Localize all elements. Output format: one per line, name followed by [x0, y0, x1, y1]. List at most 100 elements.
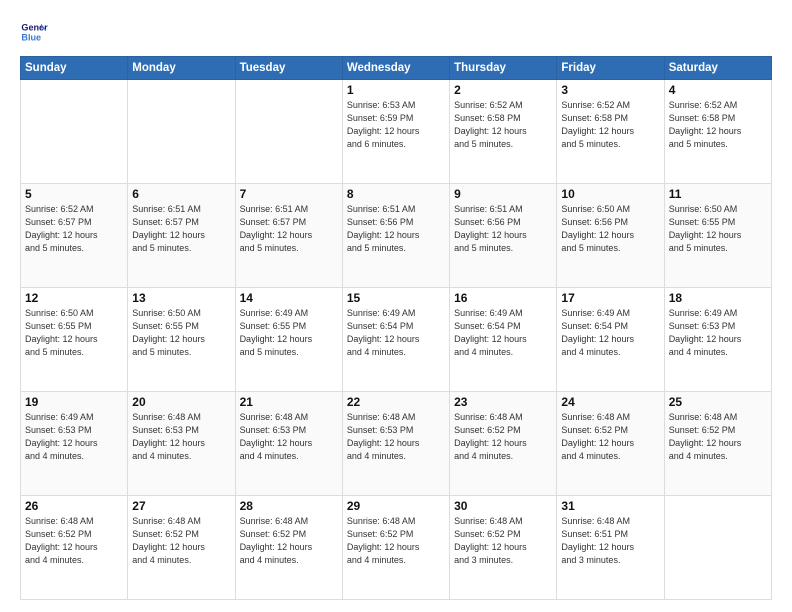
day-number: 8 — [347, 187, 445, 201]
day-number: 23 — [454, 395, 552, 409]
calendar-cell: 28Sunrise: 6:48 AM Sunset: 6:52 PM Dayli… — [235, 496, 342, 600]
day-info: Sunrise: 6:48 AM Sunset: 6:52 PM Dayligh… — [240, 515, 338, 567]
day-info: Sunrise: 6:51 AM Sunset: 6:57 PM Dayligh… — [132, 203, 230, 255]
calendar-cell: 16Sunrise: 6:49 AM Sunset: 6:54 PM Dayli… — [450, 288, 557, 392]
weekday-header-saturday: Saturday — [664, 57, 771, 80]
day-info: Sunrise: 6:49 AM Sunset: 6:53 PM Dayligh… — [669, 307, 767, 359]
day-info: Sunrise: 6:51 AM Sunset: 6:56 PM Dayligh… — [347, 203, 445, 255]
calendar-cell: 21 Sunrise: 6:48 AM Sunset: 6:53 PM Dayli… — [235, 392, 342, 496]
day-number: 1 — [347, 83, 445, 97]
weekday-header-thursday: Thursday — [450, 57, 557, 80]
calendar-cell: 31 Sunrise: 6:48 AM Sunset: 6:51 PM Dayli… — [557, 496, 664, 600]
weekday-header-row: SundayMondayTuesdayWednesdayThursdayFrid… — [21, 57, 772, 80]
day-info: Sunrise: 6:48 AM Sunset: 6:52 PM Dayligh… — [347, 515, 445, 567]
day-number: 21 — [240, 395, 338, 409]
weekday-header-sunday: Sunday — [21, 57, 128, 80]
day-info: Sunrise: 6:48 AM Sunset: 6:52 PM Dayligh… — [669, 411, 767, 463]
calendar-cell: 1 Sunrise: 6:53 AM Sunset: 6:59 PM Daylig… — [342, 80, 449, 184]
day-info: Sunrise: 6:48 AM Sunset: 6:52 PM Dayligh… — [132, 515, 230, 567]
day-number: 26 — [25, 499, 123, 513]
calendar-cell — [235, 80, 342, 184]
day-number: 6 — [132, 187, 230, 201]
calendar-cell — [664, 496, 771, 600]
day-number: 3 — [561, 83, 659, 97]
calendar-cell: 4 Sunrise: 6:52 AM Sunset: 6:58 PM Daylig… — [664, 80, 771, 184]
calendar-cell: 14 Sunrise: 6:49 AM Sunset: 6:55 PM Dayli… — [235, 288, 342, 392]
calendar-cell: 10 Sunrise: 6:50 AM Sunset: 6:56 PM Dayli… — [557, 184, 664, 288]
day-info: Sunrise: 6:49 AM Sunset: 6:53 PM Dayligh… — [25, 411, 123, 463]
day-info: Sunrise: 6:49 AM Sunset: 6:55 PM Dayligh… — [240, 307, 338, 359]
calendar-cell: 25 Sunrise: 6:48 AM Sunset: 6:52 PM Dayli… — [664, 392, 771, 496]
day-info: Sunrise: 6:51 AM Sunset: 6:57 PM Dayligh… — [240, 203, 338, 255]
day-info: Sunrise: 6:50 AM Sunset: 6:55 PM Dayligh… — [25, 307, 123, 359]
day-info: Sunrise: 6:49 AM Sunset: 6:54 PM Dayligh… — [347, 307, 445, 359]
calendar-cell: 12 Sunrise: 6:50 AM Sunset: 6:55 PM Dayli… — [21, 288, 128, 392]
day-info: Sunrise: 6:48 AM Sunset: 6:52 PM Dayligh… — [561, 411, 659, 463]
day-info: Sunrise: 6:49 AM Sunset: 6:54 PM Dayligh… — [561, 307, 659, 359]
day-number: 29 — [347, 499, 445, 513]
header: General Blue — [20, 18, 772, 46]
day-number: 7 — [240, 187, 338, 201]
calendar-cell: 8 Sunrise: 6:51 AM Sunset: 6:56 PM Daylig… — [342, 184, 449, 288]
day-number: 9 — [454, 187, 552, 201]
calendar-cell: 6 Sunrise: 6:51 AM Sunset: 6:57 PM Daylig… — [128, 184, 235, 288]
calendar-cell: 30Sunrise: 6:48 AM Sunset: 6:52 PM Dayli… — [450, 496, 557, 600]
day-number: 24 — [561, 395, 659, 409]
weekday-header-wednesday: Wednesday — [342, 57, 449, 80]
calendar-cell: 27 Sunrise: 6:48 AM Sunset: 6:52 PM Dayli… — [128, 496, 235, 600]
week-row-4: 26 Sunrise: 6:48 AM Sunset: 6:52 PM Dayli… — [21, 496, 772, 600]
day-info: Sunrise: 6:48 AM Sunset: 6:53 PM Dayligh… — [347, 411, 445, 463]
day-number: 5 — [25, 187, 123, 201]
calendar-cell: 3 Sunrise: 6:52 AM Sunset: 6:58 PM Daylig… — [557, 80, 664, 184]
calendar-table: SundayMondayTuesdayWednesdayThursdayFrid… — [20, 56, 772, 600]
day-number: 25 — [669, 395, 767, 409]
calendar-cell: 22 Sunrise: 6:48 AM Sunset: 6:53 PM Dayli… — [342, 392, 449, 496]
day-info: Sunrise: 6:50 AM Sunset: 6:55 PM Dayligh… — [132, 307, 230, 359]
day-number: 2 — [454, 83, 552, 97]
day-number: 4 — [669, 83, 767, 97]
day-info: Sunrise: 6:50 AM Sunset: 6:55 PM Dayligh… — [669, 203, 767, 255]
week-row-1: 5 Sunrise: 6:52 AM Sunset: 6:57 PM Daylig… — [21, 184, 772, 288]
day-info: Sunrise: 6:52 AM Sunset: 6:58 PM Dayligh… — [669, 99, 767, 151]
calendar-cell: 20Sunrise: 6:48 AM Sunset: 6:53 PM Dayli… — [128, 392, 235, 496]
day-info: Sunrise: 6:48 AM Sunset: 6:53 PM Dayligh… — [240, 411, 338, 463]
calendar-cell: 23Sunrise: 6:48 AM Sunset: 6:52 PM Dayli… — [450, 392, 557, 496]
day-info: Sunrise: 6:48 AM Sunset: 6:51 PM Dayligh… — [561, 515, 659, 567]
logo: General Blue — [20, 18, 48, 46]
day-number: 30 — [454, 499, 552, 513]
day-number: 31 — [561, 499, 659, 513]
calendar-cell: 5 Sunrise: 6:52 AM Sunset: 6:57 PM Daylig… — [21, 184, 128, 288]
day-info: Sunrise: 6:48 AM Sunset: 6:53 PM Dayligh… — [132, 411, 230, 463]
day-number: 14 — [240, 291, 338, 305]
day-number: 13 — [132, 291, 230, 305]
calendar-cell — [21, 80, 128, 184]
day-info: Sunrise: 6:50 AM Sunset: 6:56 PM Dayligh… — [561, 203, 659, 255]
day-number: 17 — [561, 291, 659, 305]
day-info: Sunrise: 6:48 AM Sunset: 6:52 PM Dayligh… — [25, 515, 123, 567]
calendar-cell: 13 Sunrise: 6:50 AM Sunset: 6:55 PM Dayli… — [128, 288, 235, 392]
calendar-cell: 29 Sunrise: 6:48 AM Sunset: 6:52 PM Dayli… — [342, 496, 449, 600]
day-number: 11 — [669, 187, 767, 201]
week-row-3: 19 Sunrise: 6:49 AM Sunset: 6:53 PM Dayli… — [21, 392, 772, 496]
day-number: 15 — [347, 291, 445, 305]
calendar-cell: 9Sunrise: 6:51 AM Sunset: 6:56 PM Daylig… — [450, 184, 557, 288]
day-number: 22 — [347, 395, 445, 409]
week-row-2: 12 Sunrise: 6:50 AM Sunset: 6:55 PM Dayli… — [21, 288, 772, 392]
calendar-cell: 15 Sunrise: 6:49 AM Sunset: 6:54 PM Dayli… — [342, 288, 449, 392]
day-number: 19 — [25, 395, 123, 409]
page: General Blue SundayMondayTuesdayWednesda… — [0, 0, 792, 612]
day-info: Sunrise: 6:52 AM Sunset: 6:57 PM Dayligh… — [25, 203, 123, 255]
svg-text:Blue: Blue — [21, 32, 41, 42]
day-info: Sunrise: 6:53 AM Sunset: 6:59 PM Dayligh… — [347, 99, 445, 151]
day-info: Sunrise: 6:52 AM Sunset: 6:58 PM Dayligh… — [561, 99, 659, 151]
calendar-cell: 17 Sunrise: 6:49 AM Sunset: 6:54 PM Dayli… — [557, 288, 664, 392]
calendar-cell: 19 Sunrise: 6:49 AM Sunset: 6:53 PM Dayli… — [21, 392, 128, 496]
day-number: 10 — [561, 187, 659, 201]
weekday-header-friday: Friday — [557, 57, 664, 80]
day-info: Sunrise: 6:49 AM Sunset: 6:54 PM Dayligh… — [454, 307, 552, 359]
day-number: 27 — [132, 499, 230, 513]
day-number: 12 — [25, 291, 123, 305]
weekday-header-monday: Monday — [128, 57, 235, 80]
calendar-cell — [128, 80, 235, 184]
week-row-0: 1 Sunrise: 6:53 AM Sunset: 6:59 PM Daylig… — [21, 80, 772, 184]
